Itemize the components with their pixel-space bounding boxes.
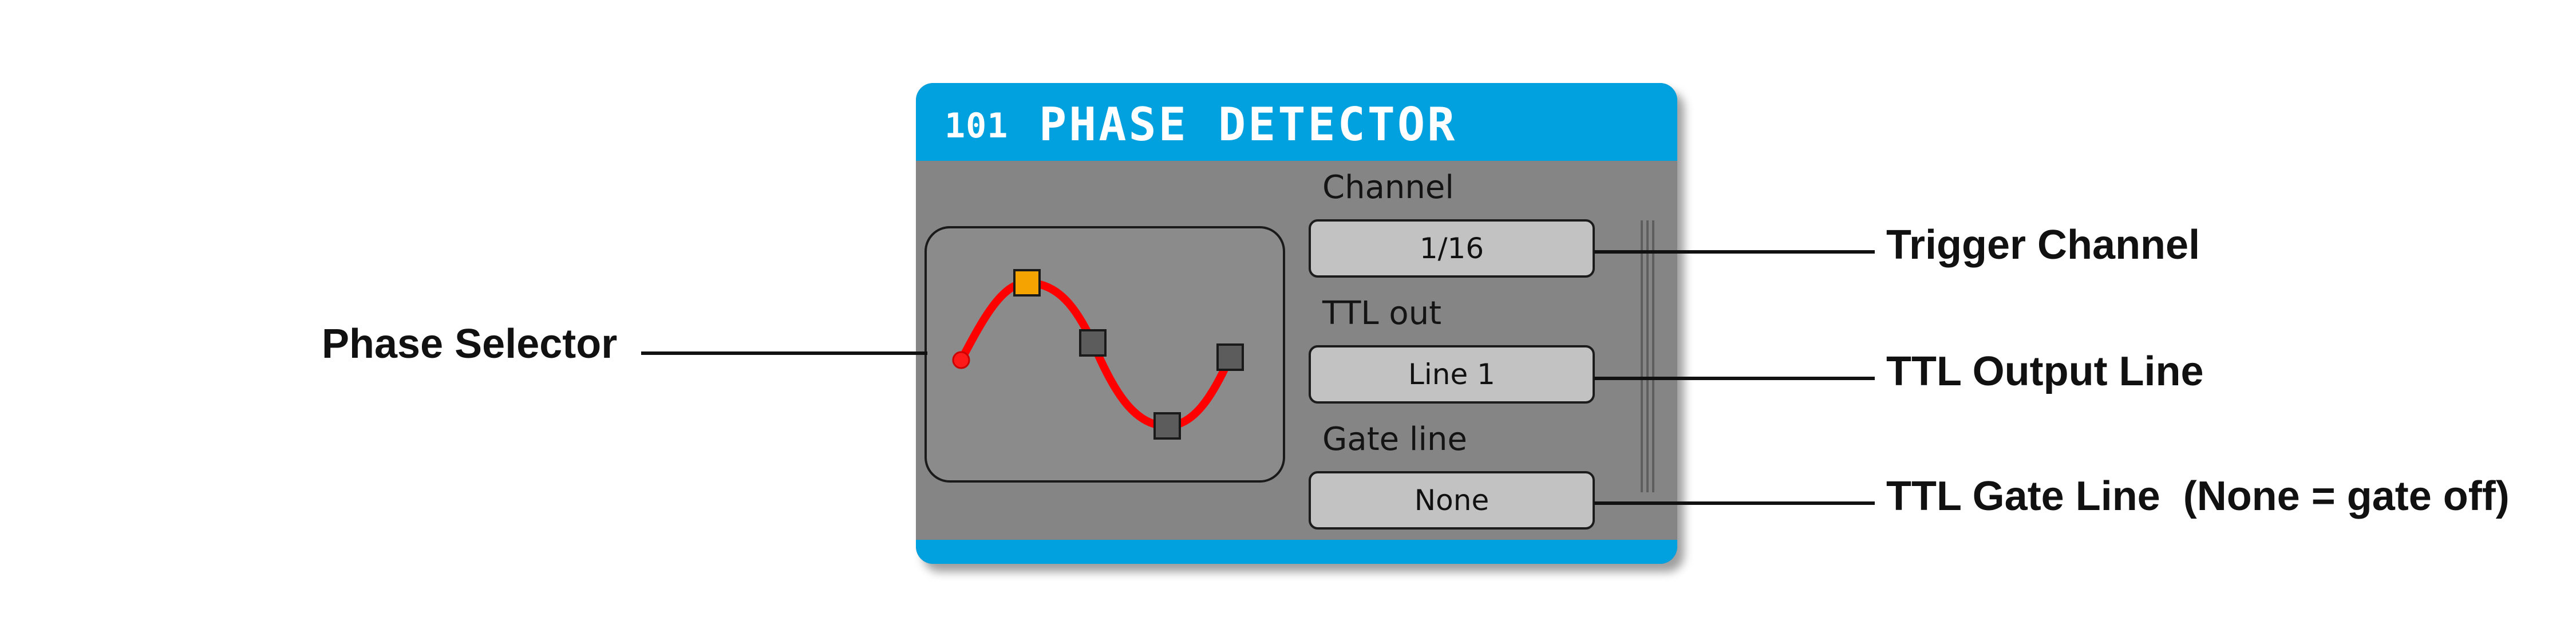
panel-header[interactable]: 101 PHASE DETECTOR <box>916 83 1677 161</box>
phase-handle-peak[interactable] <box>1013 269 1041 297</box>
annotation-leader-trigger-channel <box>1594 250 1875 254</box>
panel-title: PHASE DETECTOR <box>1039 98 1457 151</box>
gate-line-label: Gate line <box>1322 421 1467 458</box>
phase-detector-panel: 101 PHASE DETECTOR Channel 1/16 TTL out … <box>916 83 1677 564</box>
phase-handle-rising[interactable] <box>1216 343 1244 371</box>
annotation-trigger-channel: Trigger Channel <box>1886 222 2200 268</box>
annotation-leader-ttl-output-line <box>1594 377 1875 380</box>
annotation-leader-phase-selector <box>641 351 927 355</box>
ttl-out-label: TTL out <box>1322 295 1442 332</box>
phase-selector[interactable] <box>924 226 1285 483</box>
phase-start-dot <box>952 351 970 369</box>
channel-label: Channel <box>1322 169 1454 206</box>
channel-selector[interactable]: 1/16 <box>1309 219 1595 278</box>
resize-grip-line[interactable] <box>1652 220 1654 492</box>
node-id: 101 <box>945 106 1009 146</box>
annotation-ttl-output-line: TTL Output Line <box>1886 349 2204 394</box>
phase-handle-falling[interactable] <box>1079 329 1107 357</box>
gate-line-selector[interactable]: None <box>1309 471 1595 530</box>
resize-grip-line[interactable] <box>1641 220 1643 492</box>
panel-footer <box>916 540 1677 564</box>
phase-selector-graph <box>952 269 1244 440</box>
resize-grip-line[interactable] <box>1646 220 1649 492</box>
annotation-ttl-gate-line: TTL Gate Line (None = gate off) <box>1886 473 2510 519</box>
ttl-out-selector[interactable]: Line 1 <box>1309 345 1595 404</box>
phase-handle-trough[interactable] <box>1153 412 1181 440</box>
annotation-leader-ttl-gate-line <box>1594 501 1875 505</box>
annotation-phase-selector: Phase Selector <box>322 321 618 367</box>
